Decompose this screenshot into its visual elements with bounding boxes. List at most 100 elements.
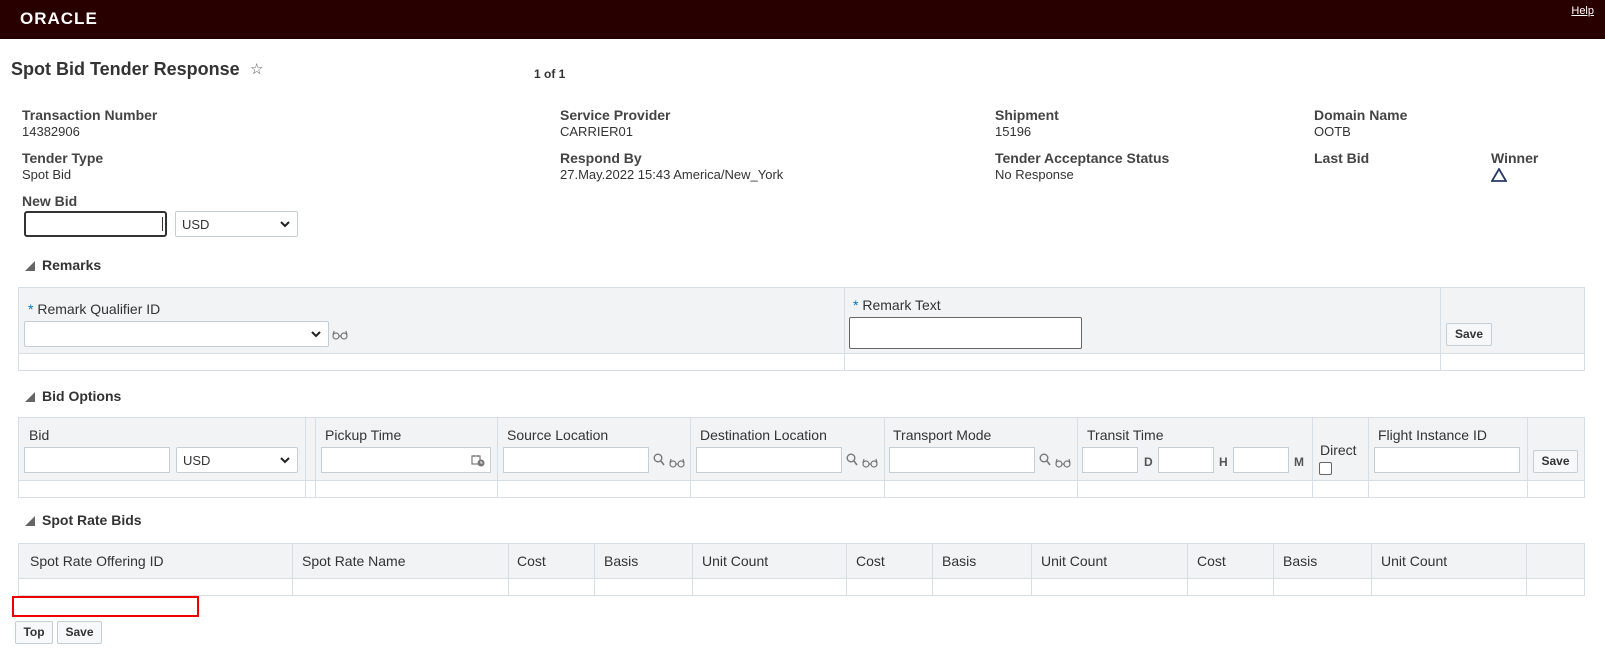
- new-bid-input[interactable]: [24, 211, 167, 237]
- flight-instance-input[interactable]: [1374, 447, 1520, 473]
- view-glasses-icon[interactable]: [1055, 456, 1071, 471]
- column-divider: [844, 288, 845, 370]
- column-divider: [1312, 418, 1313, 497]
- remark-text-label: Remark Text: [862, 297, 941, 313]
- bid-input[interactable]: [24, 447, 170, 473]
- transaction-number-value: 14382906: [22, 124, 80, 139]
- triangle-up-icon: [1490, 167, 1508, 185]
- respond-by-value: 27.May.2022 15:43 America/New_York: [560, 167, 784, 182]
- shipment-label: Shipment: [995, 107, 1059, 123]
- column-divider: [594, 544, 595, 595]
- tender-acceptance-status-value: No Response: [995, 167, 1074, 182]
- domain-name-label: Domain Name: [1314, 107, 1408, 123]
- transit-days-input[interactable]: [1082, 447, 1138, 473]
- tender-acceptance-status-label: Tender Acceptance Status: [995, 150, 1170, 166]
- remark-text-area[interactable]: [849, 317, 1082, 349]
- top-button[interactable]: Top: [15, 621, 53, 644]
- direct-checkbox[interactable]: [1319, 462, 1332, 475]
- chevron-down-icon: [279, 453, 291, 470]
- remark-qualifier-label: Remark Qualifier ID: [37, 301, 161, 317]
- pickup-time-column-header: Pickup Time: [325, 427, 402, 443]
- text-caret: [162, 217, 163, 231]
- spot-rate-offering-id-header: Spot Rate Offering ID: [30, 553, 164, 569]
- highlight-box: [12, 596, 199, 617]
- column-divider: [1526, 544, 1527, 595]
- new-bid-currency-value: USD: [182, 217, 210, 232]
- last-bid-label: Last Bid: [1314, 150, 1370, 166]
- column-divider: [1273, 544, 1274, 595]
- respond-by-label: Respond By: [560, 150, 642, 166]
- spot-rate-bids-table: Spot Rate Offering ID Spot Rate Name Cos…: [18, 543, 1585, 596]
- column-divider: [1368, 418, 1369, 497]
- bid-options-save-button[interactable]: Save: [1533, 450, 1578, 473]
- record-pager: 1 of 1: [534, 67, 566, 81]
- calendar-clock-icon[interactable]: [471, 454, 485, 470]
- remarks-section-title: Remarks: [42, 257, 102, 273]
- basis-header: Basis: [942, 553, 977, 569]
- help-link[interactable]: Help: [1571, 5, 1594, 17]
- remarks-save-button[interactable]: Save: [1446, 323, 1492, 346]
- view-glasses-icon[interactable]: [862, 456, 878, 471]
- transit-hours-input[interactable]: [1158, 447, 1214, 473]
- column-divider: [932, 544, 933, 595]
- search-icon[interactable]: [846, 453, 858, 469]
- unit-count-header: Unit Count: [1041, 553, 1108, 569]
- spot-rate-name-header: Spot Rate Name: [302, 553, 406, 569]
- footer-save-button[interactable]: Save: [57, 621, 102, 644]
- remark-qualifier-select[interactable]: [24, 321, 329, 347]
- column-divider: [1527, 418, 1528, 497]
- transaction-number-label: Transaction Number: [22, 107, 158, 123]
- days-unit-label: D: [1144, 455, 1153, 469]
- oracle-logo: ORACLE: [20, 9, 98, 28]
- source-location-column-header: Source Location: [507, 427, 609, 443]
- column-divider: [497, 418, 498, 497]
- column-divider: [1077, 418, 1078, 497]
- bid-column-header: Bid: [29, 427, 50, 443]
- transport-mode-column-header: Transport Mode: [893, 427, 992, 443]
- column-divider: [690, 418, 691, 497]
- page-title: Spot Bid Tender Response: [11, 59, 240, 79]
- column-divider: [305, 418, 306, 497]
- transit-minutes-input[interactable]: [1233, 447, 1289, 473]
- tender-type-label: Tender Type: [22, 150, 104, 166]
- view-glasses-icon[interactable]: [669, 456, 685, 471]
- collapse-remarks-icon[interactable]: [25, 261, 35, 271]
- bid-options-table: Bid USD Pickup Time Source Location Dest…: [18, 417, 1585, 498]
- service-provider-value: CARRIER01: [560, 124, 633, 139]
- search-icon[interactable]: [653, 453, 665, 469]
- destination-location-input[interactable]: [696, 447, 842, 473]
- cost-header: Cost: [856, 553, 885, 569]
- basis-header: Basis: [1283, 553, 1318, 569]
- bid-currency-select[interactable]: USD: [176, 447, 298, 473]
- bid-options-section-title: Bid Options: [42, 388, 122, 404]
- flight-instance-column-header: Flight Instance ID: [1378, 427, 1487, 443]
- column-divider: [315, 418, 316, 497]
- direct-column-header: Direct: [1320, 442, 1357, 458]
- unit-count-header: Unit Count: [1381, 553, 1448, 569]
- remark-text-header: * Remark Text: [853, 297, 941, 313]
- source-location-input[interactable]: [503, 447, 649, 473]
- spot-rate-bids-section-title: Spot Rate Bids: [42, 512, 142, 528]
- shipment-value: 15196: [995, 124, 1032, 139]
- favorite-star-icon[interactable]: ☆: [250, 60, 263, 78]
- domain-name-value: OOTB: [1314, 124, 1351, 139]
- search-icon[interactable]: [1039, 453, 1051, 469]
- destination-location-column-header: Destination Location: [700, 427, 827, 443]
- winner-label: Winner: [1491, 150, 1539, 166]
- remark-qualifier-header: * Remark Qualifier ID: [28, 301, 160, 317]
- view-glasses-icon[interactable]: [332, 328, 348, 343]
- collapse-spot-rate-bids-icon[interactable]: [25, 516, 35, 526]
- transit-time-column-header: Transit Time: [1087, 427, 1164, 443]
- new-bid-currency-select[interactable]: USD: [175, 211, 298, 237]
- column-divider: [1440, 288, 1441, 370]
- unit-count-header: Unit Count: [702, 553, 769, 569]
- column-divider: [1371, 544, 1372, 595]
- collapse-bid-options-icon[interactable]: [25, 392, 35, 402]
- spot-rate-bids-table-header: [19, 544, 1584, 579]
- column-divider: [692, 544, 693, 595]
- service-provider-label: Service Provider: [560, 107, 671, 123]
- required-marker: *: [28, 301, 34, 317]
- transport-mode-input[interactable]: [889, 447, 1035, 473]
- column-divider: [292, 544, 293, 595]
- pickup-time-input[interactable]: [321, 447, 491, 473]
